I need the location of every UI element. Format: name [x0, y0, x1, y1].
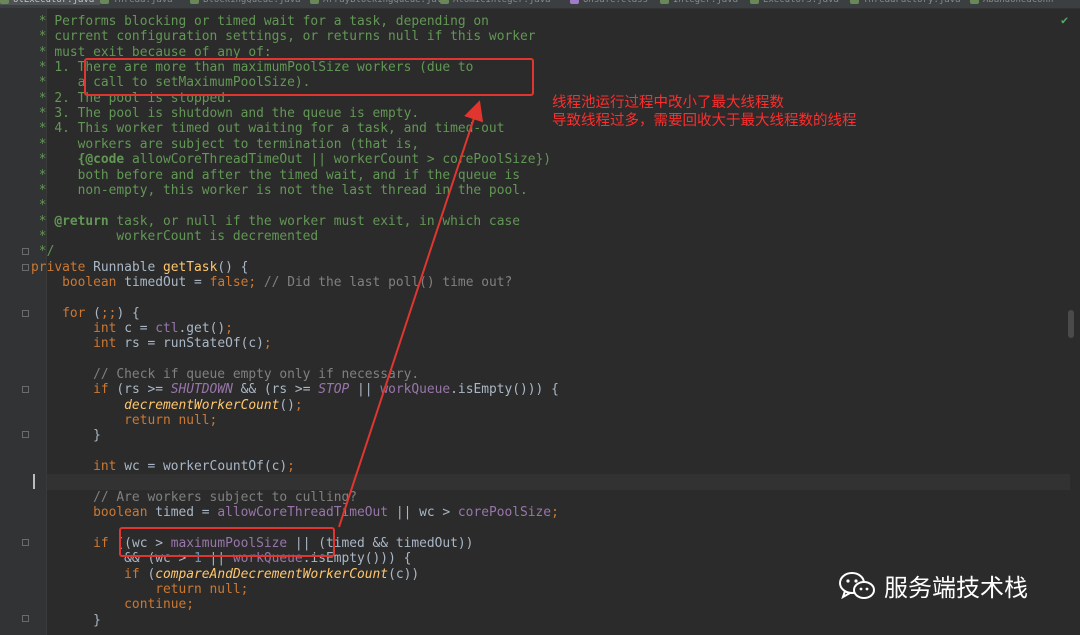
annotation-line-2: 导致线程过多，需要回收大于最大线程数的线程 — [552, 113, 857, 129]
watermark-text: 服务端技术栈 — [884, 574, 1028, 602]
watermark: 服务端技术栈 — [838, 568, 1028, 603]
annotation-line-1: 线程池运行过程中改小了最大线程数 — [552, 95, 784, 111]
annotation-arrow — [338, 100, 484, 528]
wechat-icon — [839, 571, 875, 599]
